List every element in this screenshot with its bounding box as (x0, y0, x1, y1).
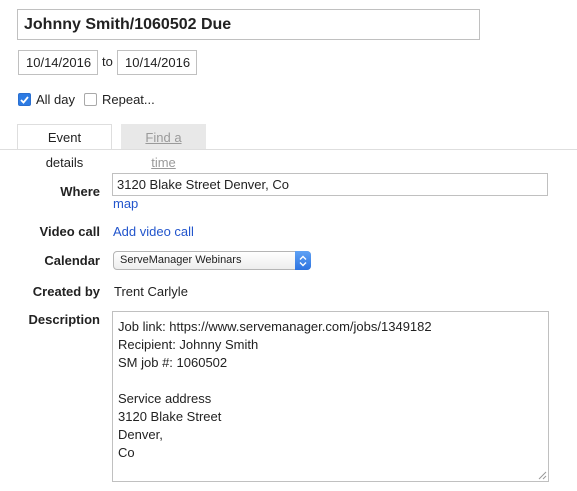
resize-grip-icon[interactable] (537, 470, 547, 480)
description-textarea[interactable]: Job link: https://www.servemanager.com/j… (112, 311, 549, 482)
where-input[interactable]: 3120 Blake Street Denver, Co (112, 173, 548, 196)
tab-divider (0, 149, 577, 150)
description-line: Service address (118, 391, 212, 406)
checkbox-checked-icon[interactable] (18, 93, 31, 106)
description-line: SM job #: 1060502 (118, 355, 228, 370)
calendar-label: Calendar (44, 253, 100, 268)
description-line: Co (118, 445, 135, 460)
created-by-label: Created by (32, 284, 100, 299)
tab-event-details[interactable]: Event details (17, 124, 112, 170)
created-by-value: Trent Carlyle (114, 284, 188, 299)
calendar-select[interactable]: ServeManager Webinars (113, 251, 311, 270)
all-day-checkbox[interactable]: All day (18, 92, 75, 107)
checkbox-unchecked-icon[interactable] (84, 93, 97, 106)
where-label: Where (60, 184, 100, 199)
description-line: Recipient: Johnny Smith (118, 337, 259, 352)
repeat-checkbox[interactable]: Repeat... (84, 92, 155, 107)
end-date-input[interactable]: 10/14/2016 (117, 50, 197, 75)
video-call-label: Video call (39, 224, 100, 239)
calendar-select-value: ServeManager Webinars (120, 254, 242, 266)
date-separator: to (102, 54, 113, 69)
repeat-label: Repeat... (102, 92, 155, 107)
tab-find-a-time[interactable]: Find a time (121, 124, 206, 170)
start-date-input[interactable]: 10/14/2016 (18, 50, 98, 75)
add-video-call-link[interactable]: Add video call (113, 224, 194, 239)
chevron-up-down-icon[interactable] (295, 251, 311, 270)
all-day-label: All day (36, 92, 76, 107)
description-line: 3120 Blake Street (118, 409, 222, 424)
map-link[interactable]: map (113, 196, 138, 211)
description-line: Denver, (118, 427, 163, 442)
description-line (118, 372, 548, 390)
description-line: Job link: https://www.servemanager.com/j… (118, 319, 432, 334)
event-title-input[interactable]: Johnny Smith/1060502 Due (17, 9, 480, 40)
description-label: Description (28, 312, 100, 327)
